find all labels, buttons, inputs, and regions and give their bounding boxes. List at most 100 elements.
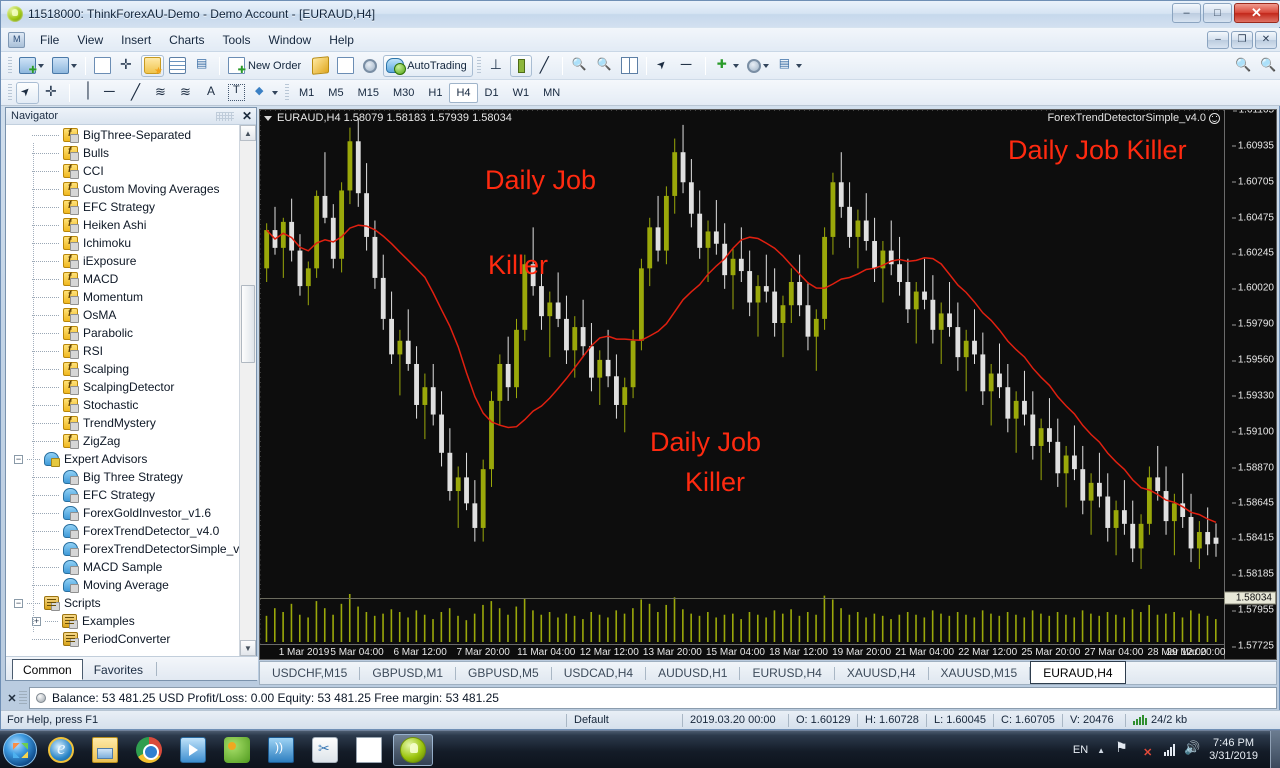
- show-desktop-button[interactable]: [1270, 730, 1280, 768]
- cursor-tool-button[interactable]: [16, 81, 39, 104]
- timeframe-d1[interactable]: D1: [478, 83, 506, 103]
- timeframe-m5[interactable]: M5: [321, 83, 350, 103]
- scroll-thumb[interactable]: [241, 285, 255, 363]
- navigator-item-efc-strategy[interactable]: EFC Strategy: [6, 198, 240, 216]
- toolbar-grip[interactable]: [476, 56, 481, 75]
- child-minimize-button[interactable]: –: [1207, 30, 1229, 49]
- taskbar-item-remote-desktop[interactable]: [261, 734, 301, 766]
- action-center-flag-icon[interactable]: [1114, 739, 1130, 758]
- language-indicator[interactable]: EN: [1073, 744, 1088, 756]
- menu-item-file[interactable]: File: [31, 30, 68, 50]
- metaeditor-button[interactable]: [309, 55, 332, 77]
- navigator-item-expert-advisors[interactable]: − Expert Advisors: [6, 450, 240, 468]
- navigator-tab-common[interactable]: Common: [12, 659, 83, 680]
- taskbar-item-metatrader[interactable]: [393, 733, 433, 766]
- taskbar-item-snipping-tool[interactable]: [305, 734, 345, 766]
- menu-item-view[interactable]: View: [68, 30, 112, 50]
- navigator-item-scripts[interactable]: − Scripts: [6, 594, 240, 612]
- navigator-item-custom-moving-averages[interactable]: Custom Moving Averages: [6, 180, 240, 198]
- taskbar-item-google-chrome[interactable]: [129, 734, 169, 766]
- tile-windows-button[interactable]: [618, 55, 641, 77]
- horizontal-line-button[interactable]: [100, 82, 123, 104]
- navigator-item-scalpingdetector[interactable]: ScalpingDetector: [6, 378, 240, 396]
- chart-dropdown-icon[interactable]: [264, 115, 272, 121]
- navigator-drag-grip[interactable]: [216, 112, 234, 121]
- new-order-button[interactable]: New Order: [225, 55, 307, 77]
- chart-tab-xauusd-m15[interactable]: XAUUSD,M15: [929, 662, 1030, 684]
- navigator-scrollbar[interactable]: ▲ ▼: [239, 125, 256, 656]
- show-hidden-icons-icon[interactable]: [1097, 744, 1105, 756]
- toolbar-grip[interactable]: [285, 83, 289, 102]
- timeframe-mn[interactable]: MN: [536, 83, 567, 103]
- chart-shift-button[interactable]: [677, 55, 700, 77]
- navigator-item-efc-strategy[interactable]: EFC Strategy: [6, 486, 240, 504]
- navigator-item-macd-sample[interactable]: MACD Sample: [6, 558, 240, 576]
- navigator-item-momentum[interactable]: Momentum: [6, 288, 240, 306]
- trendline-button[interactable]: [125, 82, 148, 104]
- zoom-in-button[interactable]: [568, 55, 591, 77]
- start-button[interactable]: [3, 732, 37, 767]
- zoom-out-button[interactable]: [593, 55, 616, 77]
- chart-tab-gbpusd-m1[interactable]: GBPUSD,M1: [360, 662, 455, 684]
- signals-button[interactable]: [359, 55, 381, 77]
- navigator-item-bigthree-separated[interactable]: BigThree-Separated: [6, 126, 240, 144]
- navigator-close-icon[interactable]: ✕: [242, 109, 252, 124]
- navigator-item-scalping[interactable]: Scalping: [6, 360, 240, 378]
- data-window-button[interactable]: [116, 55, 139, 77]
- toolbar-overflow-button[interactable]: [1257, 55, 1280, 77]
- timeframe-m15[interactable]: M15: [351, 83, 386, 103]
- maximize-button[interactable]: □: [1203, 3, 1232, 23]
- navigator-item-moving-average[interactable]: Moving Average: [6, 576, 240, 594]
- scroll-down-arrow[interactable]: ▼: [240, 640, 256, 656]
- terminal-button[interactable]: [166, 55, 189, 77]
- text-tool-button[interactable]: [200, 82, 223, 104]
- child-close-button[interactable]: ✕: [1255, 30, 1277, 49]
- navigator-item-macd[interactable]: MACD: [6, 270, 240, 288]
- navigator-item-stochastic[interactable]: Stochastic: [6, 396, 240, 414]
- price-axis[interactable]: 1.61165 1.60935 1.60705 1.60475 1.60245 1.600…: [1224, 110, 1276, 659]
- candlestick-chart-button[interactable]: [509, 54, 532, 77]
- time-axis[interactable]: 1 Mar 2019 5 Mar 04:00 6 Mar 12:00 7 Mar 20…: [260, 644, 1225, 659]
- chart-tab-gbpusd-m5[interactable]: GBPUSD,M5: [456, 662, 551, 684]
- terminal-grip[interactable]: [19, 691, 27, 705]
- timeframe-h4[interactable]: H4: [449, 82, 478, 103]
- chart-tab-usdcad-h4[interactable]: USDCAD,H4: [552, 662, 645, 684]
- navigator-item-forexgoldinvestor-v1-6[interactable]: ForexGoldInvestor_v1.6: [6, 504, 240, 522]
- timeframe-m30[interactable]: M30: [386, 83, 421, 103]
- autotrading-button[interactable]: AutoTrading: [383, 54, 473, 77]
- navigator-item-big-three-strategy[interactable]: Big Three Strategy: [6, 468, 240, 486]
- profiles-button[interactable]: [49, 55, 80, 77]
- menu-item-insert[interactable]: Insert: [112, 30, 160, 50]
- taskbar-item-messenger[interactable]: [217, 734, 257, 766]
- taskbar-item-notepad[interactable]: [349, 734, 389, 766]
- menu-item-tools[interactable]: Tools: [214, 30, 260, 50]
- minimize-button[interactable]: –: [1172, 3, 1201, 23]
- navigator-item-periodconverter[interactable]: PeriodConverter: [6, 630, 240, 648]
- navigator-item-forextrenddetector-v4-0[interactable]: ForexTrendDetector_v4.0: [6, 522, 240, 540]
- chart-tab-audusd-h1[interactable]: AUDUSD,H1: [646, 662, 739, 684]
- text-label-button[interactable]: [225, 82, 248, 104]
- clock[interactable]: 7:46 PM 3/31/2019: [1209, 737, 1258, 763]
- navigator-tree[interactable]: BigThree-Separated Bulls CCI Custom Moving …: [6, 125, 240, 656]
- signal-strength-icon[interactable]: [1164, 743, 1176, 756]
- navigator-button[interactable]: [141, 54, 164, 77]
- strategy-tester-button[interactable]: [191, 55, 214, 77]
- navigator-item-examples[interactable]: + Examples: [6, 612, 240, 630]
- periodicity-button[interactable]: [744, 55, 772, 77]
- menu-item-help[interactable]: Help: [320, 30, 363, 50]
- scroll-up-arrow[interactable]: ▲: [240, 125, 256, 141]
- navigator-item-ichimoku[interactable]: Ichimoku: [6, 234, 240, 252]
- vertical-line-button[interactable]: [75, 82, 98, 104]
- chart-tab-usdchf-m15[interactable]: USDCHF,M15: [260, 662, 359, 684]
- price-chart[interactable]: EURAUD,H4 1.58079 1.58183 1.57939 1.5803…: [259, 109, 1277, 660]
- navigator-item-cci[interactable]: CCI: [6, 162, 240, 180]
- navigator-item-osma[interactable]: OsMA: [6, 306, 240, 324]
- navigator-item-forextrenddetectorsimple-v4[interactable]: ForexTrendDetectorSimple_v4: [6, 540, 240, 558]
- chart-tab-xauusd-h4[interactable]: XAUUSD,H4: [835, 662, 928, 684]
- templates-button[interactable]: [774, 55, 805, 77]
- taskbar-item-windows-explorer[interactable]: [85, 734, 125, 766]
- volume-icon[interactable]: [1184, 740, 1200, 758]
- chart-tab-euraud-h4[interactable]: EURAUD,H4: [1030, 661, 1126, 684]
- close-button[interactable]: ✕: [1234, 3, 1279, 23]
- network-disconnected-icon[interactable]: [1139, 742, 1155, 759]
